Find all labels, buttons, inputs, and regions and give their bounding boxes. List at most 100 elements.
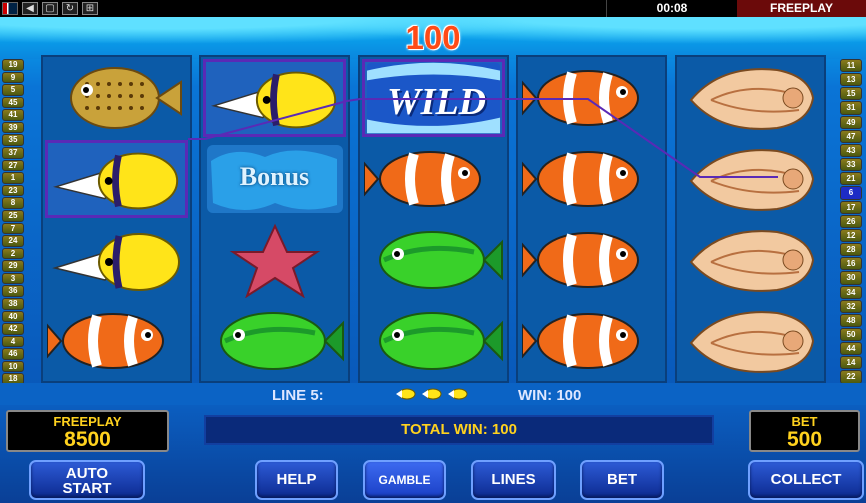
wild-text: WILD — [386, 81, 487, 123]
speaker-icon[interactable]: ◀ — [22, 2, 38, 15]
reel-2: Bonus — [199, 55, 350, 383]
reel-5 — [675, 55, 826, 383]
starfish-symbol — [203, 221, 346, 299]
line-indicator[interactable]: 8 — [2, 197, 24, 209]
line-indicator[interactable]: 46 — [2, 348, 24, 360]
greenfish-symbol — [203, 302, 346, 380]
line-indicator[interactable]: 41 — [2, 109, 24, 121]
control-panel: FREEPLAY 8500 TOTAL WIN: 100 BET 500 AUT… — [0, 405, 866, 503]
line-indicator[interactable]: 39 — [2, 121, 24, 134]
line-indicator[interactable]: 22 — [840, 370, 862, 384]
line-indicator[interactable]: 12 — [840, 228, 862, 243]
line-indicator[interactable]: 45 — [2, 96, 24, 109]
line-indicators-right: 11 13 15 31 49 47 43 33 21 6 17 26 12 28 16 30 34 32 48 50 4… — [840, 59, 864, 399]
line-indicator[interactable]: 40 — [2, 310, 24, 323]
line-indicator[interactable]: 4 — [2, 335, 24, 348]
line-indicator[interactable]: 44 — [840, 342, 862, 356]
line-indicator[interactable]: 36 — [2, 285, 24, 297]
window-icon[interactable]: ⊞ — [82, 2, 98, 15]
winning-symbols — [396, 386, 468, 405]
bonus-text: Bonus — [239, 162, 310, 191]
line-indicator[interactable]: 29 — [2, 260, 24, 272]
seashell-symbol — [679, 59, 822, 137]
win-symbol-icon — [448, 386, 468, 405]
freeplay-value: 8500 — [64, 428, 111, 451]
reel-3: WILD — [358, 55, 509, 383]
line-indicator[interactable]: 43 — [840, 143, 862, 158]
lines-button[interactable]: LINES — [471, 460, 556, 500]
line-indicator[interactable]: 27 — [2, 159, 24, 172]
reel-1 — [41, 55, 192, 383]
game-stage: 100 19 9 5 45 41 39 35 37 27 1 23 8 25 7 24 2 29 3 36 38 40 4… — [0, 17, 866, 407]
total-win: TOTAL WIN: 100 — [204, 415, 714, 445]
line-indicator[interactable]: 38 — [2, 297, 24, 310]
line-indicator[interactable]: 31 — [840, 101, 862, 115]
collect-button[interactable]: COLLECT — [748, 460, 864, 500]
line-indicator[interactable]: 21 — [840, 172, 862, 186]
line-indicator[interactable]: 47 — [840, 129, 862, 143]
bonus-symbol: Bonus — [203, 140, 346, 218]
butterflyfish-symbol — [203, 59, 346, 137]
clownfish-symbol — [520, 140, 663, 218]
auto-start-button[interactable]: AUTO START — [29, 460, 145, 500]
freeplay-meter: FREEPLAY 8500 — [6, 410, 169, 452]
line-indicator[interactable]: 23 — [2, 184, 24, 197]
flag-icon[interactable] — [2, 2, 18, 15]
line-indicator[interactable]: 3 — [2, 272, 24, 285]
line-indicator[interactable]: 11 — [840, 59, 862, 73]
clownfish-symbol — [520, 59, 663, 137]
line-indicator[interactable]: 16 — [840, 257, 862, 271]
line-indicator[interactable]: 37 — [2, 147, 24, 159]
seashell-symbol — [679, 140, 822, 218]
bet-value: 500 — [786, 428, 823, 451]
line-indicator[interactable]: 2 — [2, 247, 24, 260]
seashell-symbol — [679, 302, 822, 380]
gamble-button[interactable]: GAMBLE — [363, 460, 446, 500]
line-indicator[interactable]: 48 — [840, 313, 862, 327]
clownfish-symbol — [520, 221, 663, 299]
reel-4 — [516, 55, 667, 383]
line-indicator[interactable]: 42 — [2, 323, 24, 335]
refresh-icon[interactable]: ↻ — [62, 2, 78, 15]
line-indicator[interactable]: 49 — [840, 115, 862, 129]
line-indicator[interactable]: 5 — [2, 84, 24, 96]
wild-symbol: WILD — [362, 59, 505, 137]
line-indicator[interactable]: 14 — [840, 356, 862, 370]
line-indicator[interactable]: 7 — [2, 222, 24, 235]
clownfish-symbol — [362, 140, 505, 218]
line-indicator[interactable]: 19 — [2, 59, 24, 71]
win-symbol-icon — [396, 386, 416, 405]
line-indicator[interactable]: 10 — [2, 360, 24, 373]
butterflyfish-symbol — [45, 140, 188, 218]
line-indicator[interactable]: 9 — [2, 71, 24, 84]
top-bar: ◀ ▢ ↻ ⊞ 00:08 FREEPLAY — [0, 0, 866, 17]
line-indicator[interactable]: 35 — [2, 134, 24, 147]
greenfish-symbol — [362, 221, 505, 299]
line-indicator[interactable]: 26 — [840, 214, 862, 228]
line-indicator[interactable]: 30 — [840, 271, 862, 285]
line-indicator[interactable]: 24 — [2, 235, 24, 247]
info-row: LINE 5: WIN: 100 — [0, 383, 866, 405]
win-amount: 100 — [405, 19, 461, 56]
bet-meter: BET 500 — [749, 410, 860, 452]
clownfish-symbol — [520, 302, 663, 380]
line-indicator[interactable]: 15 — [840, 87, 862, 101]
help-button[interactable]: HELP — [255, 460, 338, 500]
clownfish-symbol — [45, 302, 188, 380]
line-indicator[interactable]: 34 — [840, 285, 862, 299]
win-symbol-icon — [422, 386, 442, 405]
line-indicator[interactable]: 13 — [840, 73, 862, 87]
line-indicator[interactable]: 28 — [840, 243, 862, 257]
line-indicator[interactable]: 1 — [2, 172, 24, 184]
line-indicator[interactable]: 6 — [840, 186, 862, 200]
fullscreen-icon[interactable]: ▢ — [42, 2, 58, 15]
auto-start-line2: START — [62, 480, 112, 497]
line-indicator[interactable]: 17 — [840, 200, 862, 214]
freeplay-label: FREEPLAY — [53, 414, 122, 429]
clock: 00:08 — [606, 0, 737, 17]
line-indicator[interactable]: 50 — [840, 327, 862, 342]
line-indicator[interactable]: 33 — [840, 158, 862, 172]
line-indicator[interactable]: 32 — [840, 299, 862, 313]
bet-button[interactable]: BET — [580, 460, 664, 500]
line-indicator[interactable]: 25 — [2, 209, 24, 222]
